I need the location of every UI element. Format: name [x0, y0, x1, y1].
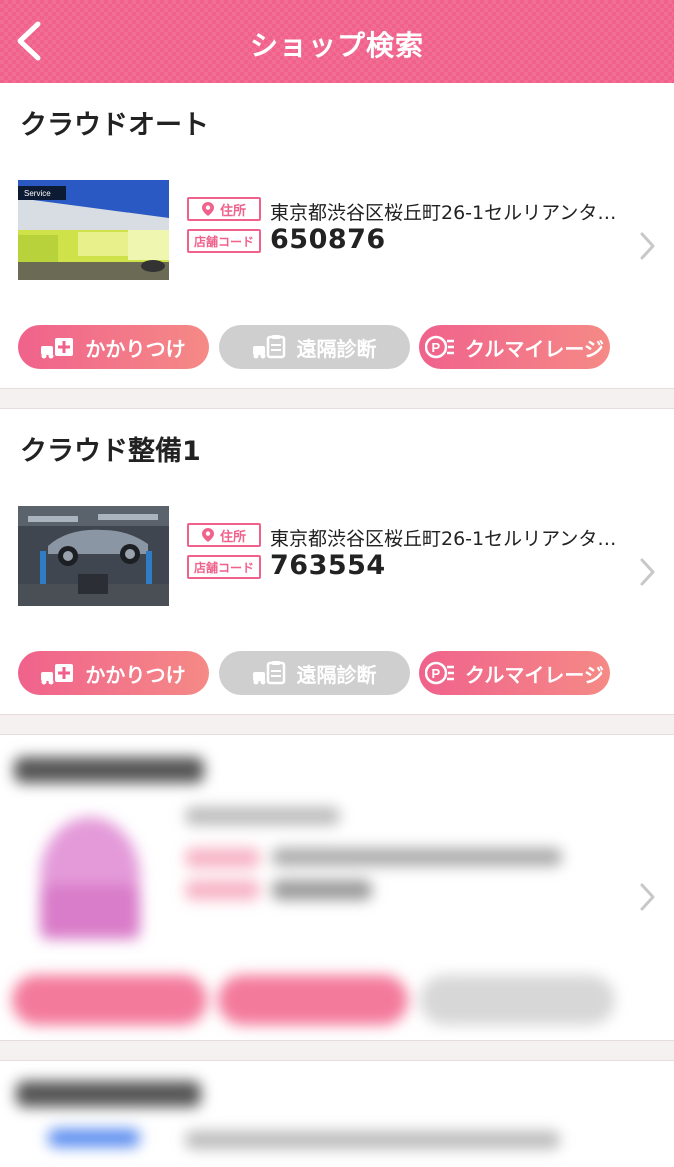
point-coin-icon: P: [425, 661, 454, 685]
shop-card-blurred[interactable]: [0, 1061, 674, 1167]
kakaritsuke-button[interactable]: かかりつけ: [18, 651, 209, 695]
shop-code-tag: 店舗コード: [187, 229, 261, 253]
shop-address: 東京都渋谷区桜丘町26-1セルリアンタ…: [270, 528, 615, 550]
location-pin-icon: [201, 528, 214, 542]
shop-name: クラウド整備1: [20, 436, 201, 467]
address-tag-label: 住所: [219, 203, 246, 219]
shop-card[interactable]: クラウド整備1 住所 東京都渋谷区桜丘町26-1セルリアンタ… 店舗コード 76…: [0, 409, 674, 715]
kakaritsuke-button[interactable]: かかりつけ: [18, 325, 209, 369]
shop-card-blurred[interactable]: [0, 735, 674, 1040]
blurred-shop-content: [0, 735, 674, 1040]
chevron-right-icon[interactable]: [636, 880, 658, 914]
shop-code: 763554: [270, 550, 386, 581]
svg-text:P: P: [432, 340, 441, 355]
shop-card[interactable]: クラウドオート Service 住所 東京都渋谷区桜丘町26-1セルリアンタ… …: [0, 83, 674, 389]
remote-diagnosis-button[interactable]: 遠隔診断: [219, 325, 410, 369]
point-coin-icon: P: [425, 335, 454, 359]
shop-photo: [18, 506, 169, 606]
clipboard-car-icon: [252, 335, 285, 359]
location-pin-icon: [201, 202, 214, 216]
blurred-shop-content: [0, 1061, 674, 1167]
shop-name: クラウドオート: [20, 110, 209, 141]
svg-text:Service: Service: [24, 189, 51, 198]
section-divider: [0, 714, 674, 735]
page-title: ショップ検索: [249, 29, 424, 62]
svg-text:P: P: [432, 666, 441, 681]
kakaritsuke-label: かかりつけ: [85, 336, 186, 361]
shop-code: 650876: [270, 224, 386, 255]
remote-diagnosis-label: 遠隔診断: [296, 662, 377, 687]
kurumileage-label: クルマイレージ: [465, 336, 604, 361]
clipboard-car-icon: [252, 661, 285, 685]
address-tag: 住所: [187, 523, 261, 547]
car-medical-icon: [41, 338, 74, 359]
address-tag: 住所: [187, 197, 261, 221]
shop-photo: Service: [18, 180, 169, 280]
kurumileage-label: クルマイレージ: [465, 662, 604, 687]
address-tag-label: 住所: [219, 529, 246, 545]
chevron-right-icon[interactable]: [636, 229, 658, 263]
section-divider: [0, 1040, 674, 1061]
kakaritsuke-label: かかりつけ: [85, 662, 186, 687]
shop-address: 東京都渋谷区桜丘町26-1セルリアンタ…: [270, 202, 615, 224]
remote-diagnosis-label: 遠隔診断: [296, 336, 377, 361]
chevron-right-icon[interactable]: [636, 555, 658, 589]
car-medical-icon: [41, 664, 74, 685]
kurumileage-button[interactable]: P クルマイレージ: [419, 325, 610, 369]
app-header: ショップ検索: [0, 0, 674, 83]
shop-code-tag: 店舗コード: [187, 555, 261, 579]
section-divider: [0, 388, 674, 409]
kurumileage-button[interactable]: P クルマイレージ: [419, 651, 610, 695]
remote-diagnosis-button[interactable]: 遠隔診断: [219, 651, 410, 695]
